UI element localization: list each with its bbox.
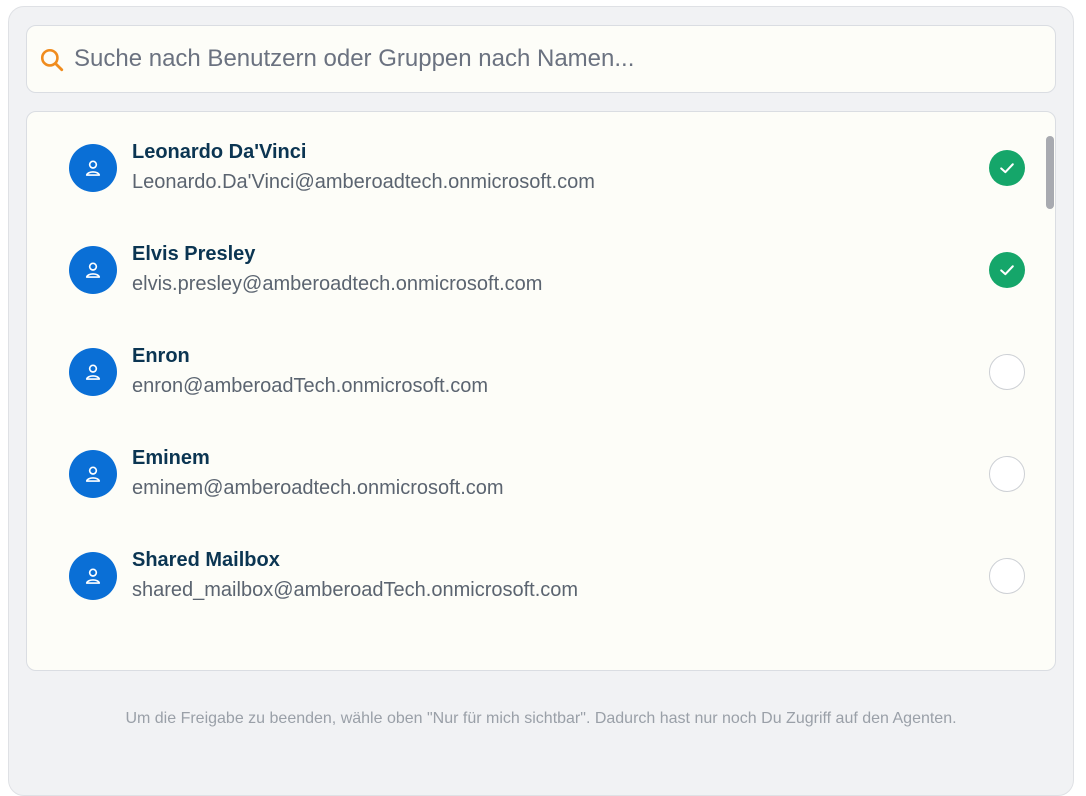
select-radio[interactable] bbox=[989, 558, 1025, 594]
user-icon bbox=[85, 364, 101, 380]
user-name: Leonardo Da'Vinci bbox=[132, 141, 307, 163]
user-email: enron@amberoadTech.onmicrosoft.com bbox=[132, 375, 489, 397]
list-item[interactable]: Shared Mailbox shared_mailbox@amberoadTec… bbox=[27, 531, 1037, 621]
user-icon bbox=[85, 160, 101, 176]
select-radio[interactable] bbox=[989, 456, 1025, 492]
avatar bbox=[69, 552, 117, 600]
search-icon bbox=[40, 48, 64, 72]
check-icon bbox=[1000, 265, 1014, 276]
user-email: Leonardo.Da'Vinci@amberoadtech.onmicroso… bbox=[132, 171, 595, 193]
search-box[interactable] bbox=[26, 25, 1056, 93]
user-email: eminem@amberoadtech.onmicrosoft.com bbox=[132, 477, 504, 499]
select-radio[interactable] bbox=[989, 354, 1025, 390]
user-icon bbox=[85, 568, 101, 584]
list-item[interactable]: Leonardo Da'Vinci Leonardo.Da'Vinci@amber… bbox=[27, 123, 1037, 213]
user-icon bbox=[85, 262, 101, 278]
list-item[interactable]: Enron enron@amberoadTech.onmicrosoft.com bbox=[27, 327, 1037, 417]
avatar bbox=[69, 144, 117, 192]
selected-checkmark[interactable] bbox=[989, 150, 1025, 186]
user-email: shared_mailbox@amberoadTech.onmicrosoft.… bbox=[132, 579, 579, 601]
avatar bbox=[69, 246, 117, 294]
avatar bbox=[69, 450, 117, 498]
user-list[interactable]: Leonardo Da'Vinci Leonardo.Da'Vinci@amber… bbox=[26, 111, 1056, 671]
footer-note: Um die Freigabe zu beenden, wähle oben "… bbox=[125, 710, 957, 727]
user-name: Elvis Presley bbox=[132, 243, 256, 265]
avatar bbox=[69, 348, 117, 396]
user-name: Enron bbox=[132, 345, 190, 367]
search-input[interactable] bbox=[74, 26, 1034, 92]
list-scrollbar[interactable] bbox=[1046, 136, 1054, 209]
user-icon bbox=[85, 466, 101, 482]
user-email: elvis.presley@amberoadtech.onmicrosoft.c… bbox=[132, 273, 543, 295]
check-icon bbox=[1000, 163, 1014, 174]
user-name: Eminem bbox=[132, 447, 210, 469]
selected-checkmark[interactable] bbox=[989, 252, 1025, 288]
list-item[interactable]: Eminem eminem@amberoadtech.onmicrosoft.co… bbox=[27, 429, 1037, 519]
user-name: Shared Mailbox bbox=[132, 549, 280, 571]
list-item[interactable]: Elvis Presley elvis.presley@amberoadtech.… bbox=[27, 225, 1037, 315]
